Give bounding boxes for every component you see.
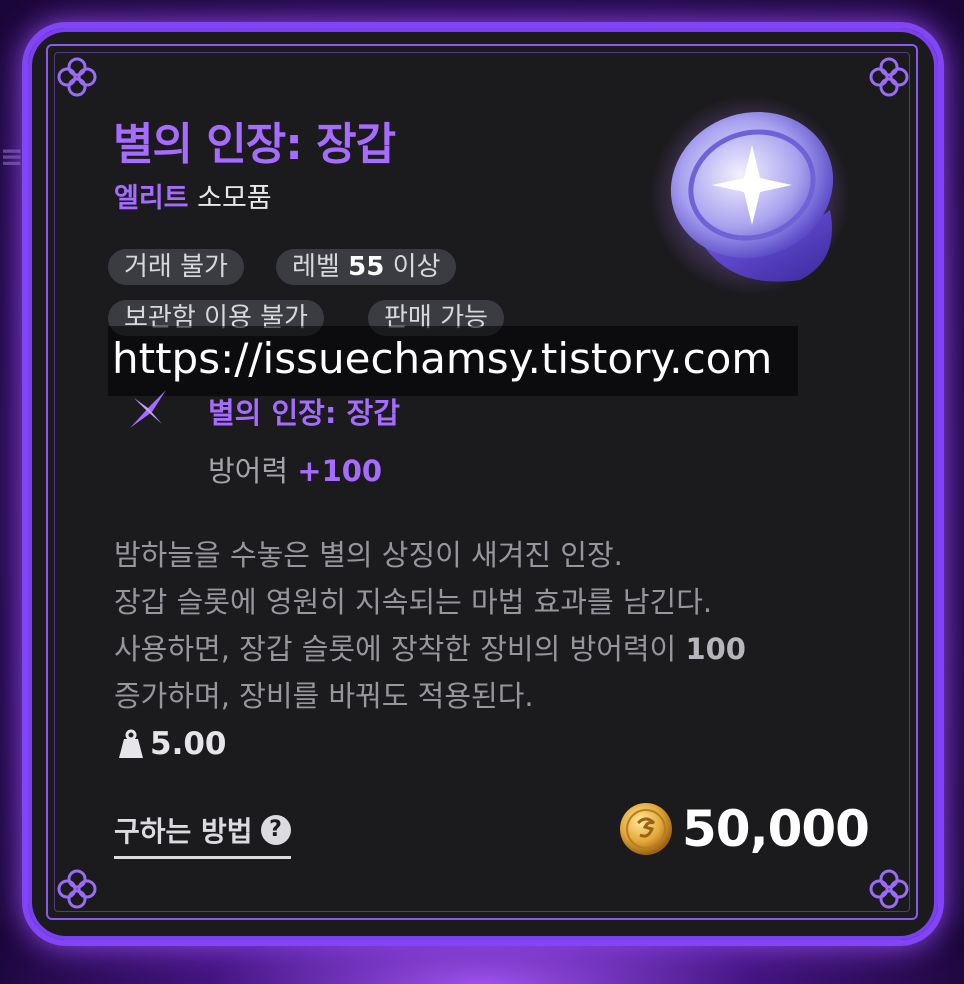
item-image bbox=[640, 90, 860, 300]
description-line: 밤하늘을 수놓은 별의 상징이 새겨진 인장. bbox=[114, 538, 623, 572]
effect-stat: 방어력 +100 bbox=[208, 454, 383, 488]
tag-untradeable: 거래 불가 bbox=[108, 249, 244, 285]
how-to-get-link[interactable]: 구하는 방법 ? bbox=[114, 810, 291, 859]
ornament-knot-icon bbox=[57, 57, 97, 97]
gold-coin-icon bbox=[620, 803, 672, 855]
item-category: 소모품 bbox=[197, 183, 272, 214]
item-type: 엘리트 소모품 bbox=[114, 176, 272, 215]
ornament-knot-icon bbox=[57, 869, 97, 909]
weight-value: 5.00 bbox=[150, 726, 227, 762]
weight-icon bbox=[119, 729, 143, 758]
price-value: 50,000 bbox=[682, 800, 870, 858]
background-fragment: ≡ bbox=[0, 140, 24, 173]
description-line: 증가하며, 장비를 바꿔도 적용된다. bbox=[114, 679, 534, 713]
item-weight: 5.00 bbox=[118, 726, 227, 762]
star-sparkle-icon bbox=[130, 390, 166, 428]
tag-level-requirement: 레벨 55 이상 bbox=[276, 249, 457, 285]
effect-name: 별의 인장: 장갑 bbox=[208, 396, 400, 430]
item-grade: 엘리트 bbox=[114, 183, 189, 214]
ornament-knot-icon bbox=[869, 57, 909, 97]
item-description: 밤하늘을 수놓은 별의 상징이 새겨진 인장. 장갑 슬롯에 영원히 지속되는 … bbox=[114, 532, 874, 720]
description-line: 사용하면, 장갑 슬롯에 장착한 장비의 방어력이 100 bbox=[114, 632, 746, 666]
description-line: 장갑 슬롯에 영원히 지속되는 마법 효과를 남긴다. bbox=[114, 585, 713, 619]
item-name: 별의 인장: 장갑 bbox=[113, 119, 396, 170]
item-price: 50,000 bbox=[618, 800, 870, 858]
ornament-knot-icon bbox=[869, 869, 909, 909]
question-icon: ? bbox=[260, 815, 291, 845]
watermark-url: https://issuechamsy.tistory.com bbox=[108, 326, 798, 396]
